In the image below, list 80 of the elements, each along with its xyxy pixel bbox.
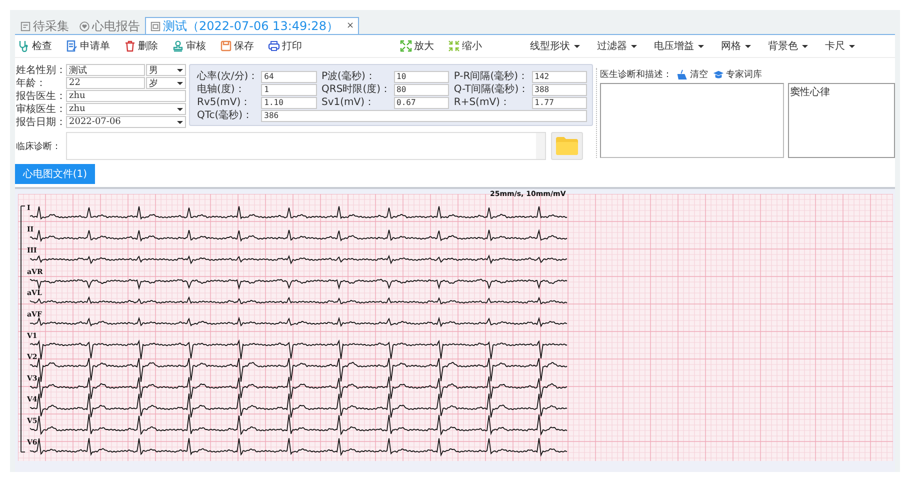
- toolbar-button[interactable]: 检查: [18, 39, 52, 53]
- field-label: 姓名性别：: [16, 64, 66, 77]
- caret-icon: [177, 108, 183, 110]
- field-label: 临床诊断：: [16, 140, 62, 152]
- close-icon[interactable]: ×: [346, 21, 354, 31]
- caret-icon: [802, 44, 808, 48]
- caret-icon: [177, 82, 183, 84]
- field-label: P-R间隔(毫秒)：: [452, 71, 529, 83]
- folder-button[interactable]: [551, 132, 583, 160]
- value-field[interactable]: 142: [532, 71, 587, 83]
- caret-icon: [745, 44, 751, 48]
- document-tab[interactable]: 待采集: [15, 18, 74, 34]
- dropdown-menu[interactable]: 电压增益: [654, 39, 704, 53]
- caret-icon: [177, 120, 183, 124]
- conclusion-field[interactable]: 窦性心律: [788, 83, 895, 158]
- folder-icon: [555, 136, 579, 156]
- broom-icon: [677, 69, 688, 80]
- field-label: QTc(毫秒)：: [196, 110, 254, 122]
- value-field[interactable]: 0.67: [394, 97, 449, 109]
- field-label: 报告医生：: [16, 90, 66, 103]
- field-label: Sv1(mV)：: [320, 97, 376, 109]
- field-label: 电轴(度)：: [196, 84, 246, 96]
- toolbar-button[interactable]: 申请单: [66, 39, 110, 53]
- value-field[interactable]: 388: [532, 84, 587, 96]
- dropdown[interactable]: 2022-07-06: [66, 116, 186, 128]
- caret-icon: [177, 68, 183, 72]
- toolbar-button[interactable]: 专家词库: [713, 68, 762, 81]
- value-field[interactable]: 1: [261, 84, 317, 96]
- trash-icon: [124, 40, 136, 52]
- caret-icon: [631, 44, 637, 48]
- field-label: P波(毫秒)：: [320, 71, 376, 83]
- dropdown[interactable]: zhu: [66, 103, 186, 115]
- expand-icon: [400, 40, 412, 52]
- save-icon: [220, 40, 232, 52]
- dropdown-menu[interactable]: 过滤器: [597, 39, 637, 53]
- form-icon: [20, 21, 31, 32]
- dropdown-menu[interactable]: 网格: [721, 39, 751, 53]
- caret-icon: [574, 44, 580, 48]
- stethoscope-icon: [18, 40, 30, 52]
- value-field[interactable]: 80: [394, 84, 449, 96]
- field-label: 心率(次/分)：: [196, 71, 258, 83]
- field-label: Q-T间隔(毫秒)：: [452, 84, 529, 96]
- toolbar-button[interactable]: 审核: [172, 39, 206, 53]
- dropdown-menu[interactable]: 线型形状: [530, 39, 580, 53]
- caret-icon: [849, 44, 855, 48]
- value-field[interactable]: 1.10: [261, 97, 317, 109]
- graduation-cap-icon: [713, 69, 724, 80]
- shrink-icon: [448, 40, 460, 52]
- section-label: 医生诊断和描述：: [600, 68, 672, 81]
- value-field[interactable]: 386: [261, 110, 587, 122]
- document-tab[interactable]: 心电报告: [74, 18, 145, 34]
- stamp-icon: [172, 40, 184, 52]
- value-field[interactable]: 10: [394, 71, 449, 83]
- dropdown-menu[interactable]: 背景色: [768, 39, 808, 53]
- document-icon: [150, 20, 161, 32]
- field-label: 报告日期：: [16, 116, 66, 129]
- dropdown-menu[interactable]: 卡尺: [825, 39, 855, 53]
- caret-icon: [698, 44, 704, 48]
- printer-icon: [268, 40, 280, 52]
- form-icon: [66, 40, 78, 52]
- value-field[interactable]: 64: [261, 71, 317, 83]
- zoom-button[interactable]: 缩小: [448, 39, 482, 53]
- toolbar-button[interactable]: 打印: [268, 39, 302, 53]
- input-field[interactable]: 测试: [66, 64, 145, 76]
- document-tab[interactable]: 测试（2022-07-06 13:49:28） ×: [145, 17, 359, 34]
- text-area[interactable]: [600, 83, 784, 158]
- toolbar-button[interactable]: 保存: [220, 39, 254, 53]
- field-label: R+S(mV)：: [452, 97, 511, 109]
- dropdown[interactable]: 男: [146, 64, 186, 76]
- toolbar-button[interactable]: 清空: [677, 68, 708, 81]
- toolbar-button[interactable]: 删除: [124, 39, 158, 53]
- field-label: QRS时限(度)：: [320, 84, 391, 96]
- dropdown[interactable]: 岁: [146, 77, 186, 89]
- input-field[interactable]: zhu: [66, 90, 186, 102]
- field-label: 年龄：: [16, 76, 47, 90]
- zoom-button[interactable]: 放大: [400, 39, 434, 53]
- field-label: Rv5(mV)：: [196, 97, 252, 109]
- field-label: 审核医生：: [16, 102, 66, 116]
- value-field[interactable]: 1.77: [532, 97, 587, 109]
- input-field[interactable]: 22: [66, 77, 145, 89]
